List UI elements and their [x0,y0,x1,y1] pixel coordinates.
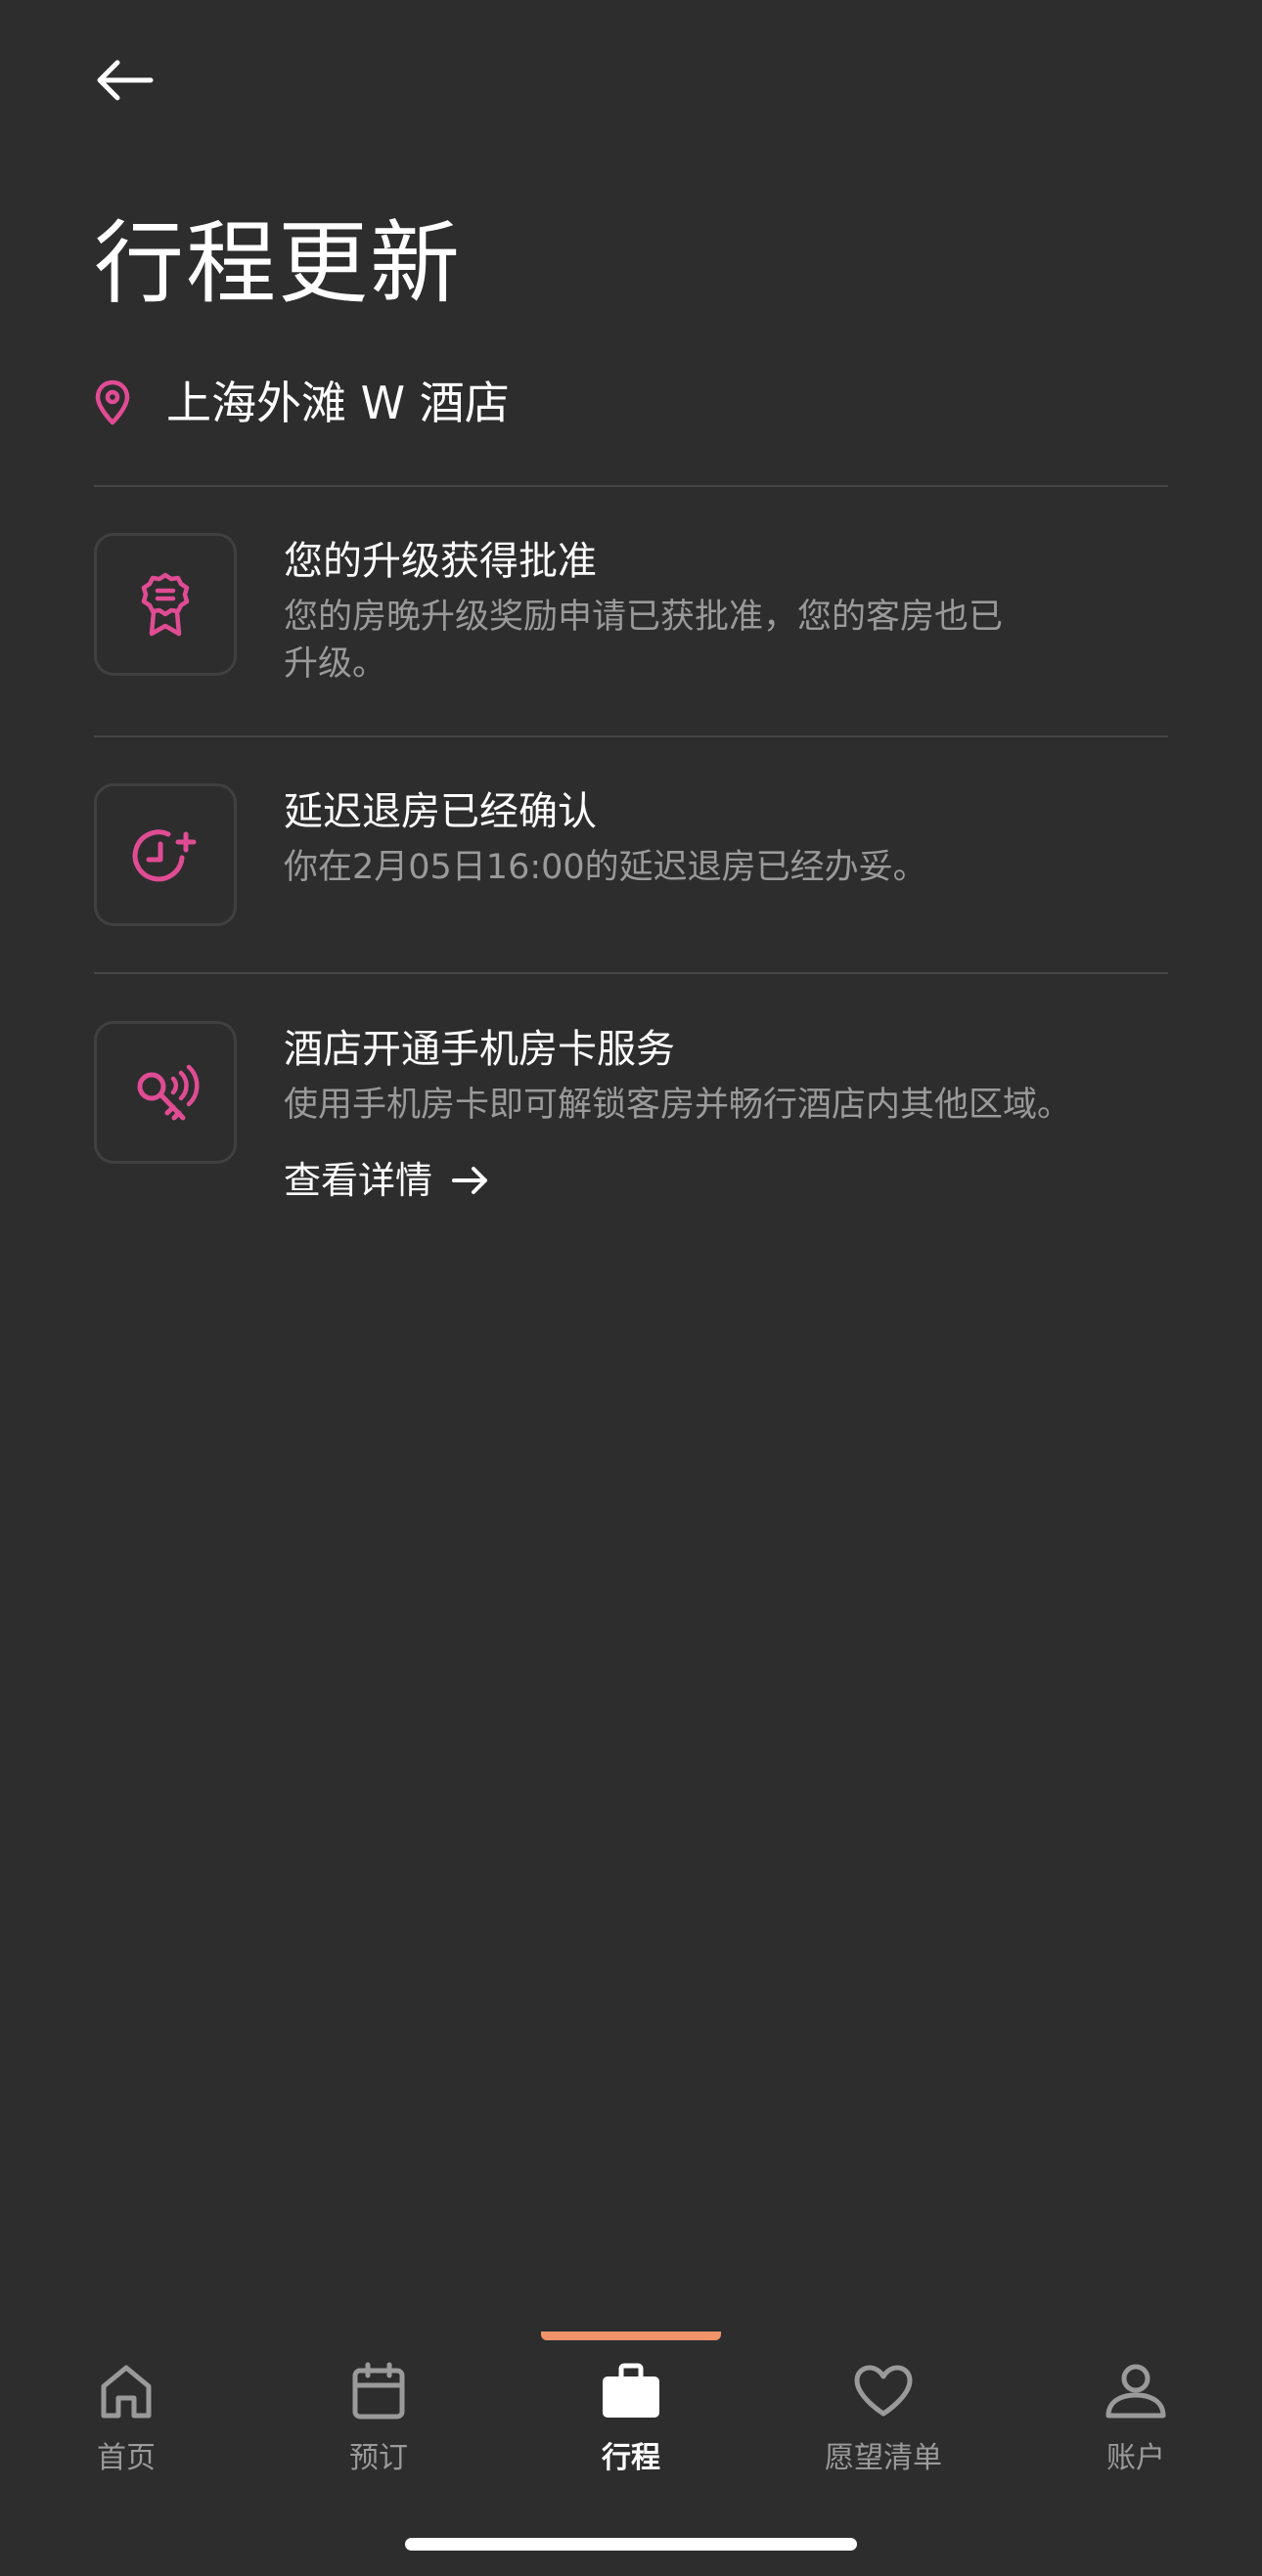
mobile-key-icon [137,1064,200,1121]
divider [94,735,1168,737]
view-details-link[interactable]: 查看详情 [284,1154,491,1207]
hotel-location: 上海外滩 W 酒店 [94,364,510,442]
tab-label: 愿望清单 [825,2441,942,2475]
notice-title: 酒店开通手机房卡服务 [284,1027,675,1072]
home-icon [92,2357,160,2425]
notice-icon-box [94,783,237,926]
notice-description: 您的房晚升级奖励申请已获批准，您的客房也已升级。 [284,598,1004,684]
notice-title: 延迟退房已经确认 [284,789,597,834]
notice-icon-box [94,1021,237,1164]
notice-description: 你在2月05日16:00的延迟退房已经办妥。 [284,848,927,887]
arrow-right-icon [452,1167,488,1194]
divider [94,972,1168,974]
arrow-left-icon [97,60,154,101]
tab-label: 首页 [97,2441,156,2475]
tab-account[interactable]: 账户 [1010,2328,1262,2533]
divider [94,485,1168,487]
calendar-icon [344,2357,413,2425]
page-title: 行程更新 [94,211,463,316]
tab-wishlist[interactable]: 愿望清单 [757,2328,1010,2533]
user-icon [1102,2357,1170,2425]
tab-trips[interactable]: 行程 [505,2328,757,2533]
home-indicator [405,2538,857,2551]
notice-description: 使用手机房卡即可解锁客房并畅行酒店内其他区域。 [284,1086,1072,1125]
bottom-tab-bar: 首页 预订 行程 愿望清单 账户 [0,2328,1262,2533]
heart-icon [849,2357,918,2425]
tab-label: 行程 [602,2441,660,2475]
tab-bookings[interactable]: 预订 [252,2328,505,2533]
tab-label: 账户 [1106,2441,1165,2475]
location-pin-icon [94,372,141,434]
award-ribbon-icon [141,572,190,637]
view-details-label: 查看详情 [284,1159,433,1202]
tab-label: 预订 [349,2441,408,2475]
trip-updates-screen: 行程更新 上海外滩 W 酒店 您的升级获得批准 您的房晚升级奖励申请已获批准，您… [0,0,1262,2576]
hotel-name: 上海外滩 W 酒店 [166,377,510,429]
clock-plus-icon [132,829,197,882]
active-tab-indicator [541,2332,721,2340]
tab-home[interactable]: 首页 [0,2328,252,2533]
notice-title: 您的升级获得批准 [284,539,597,584]
back-button[interactable] [94,49,164,111]
suitcase-icon [597,2357,665,2425]
notice-icon-box [94,533,237,676]
